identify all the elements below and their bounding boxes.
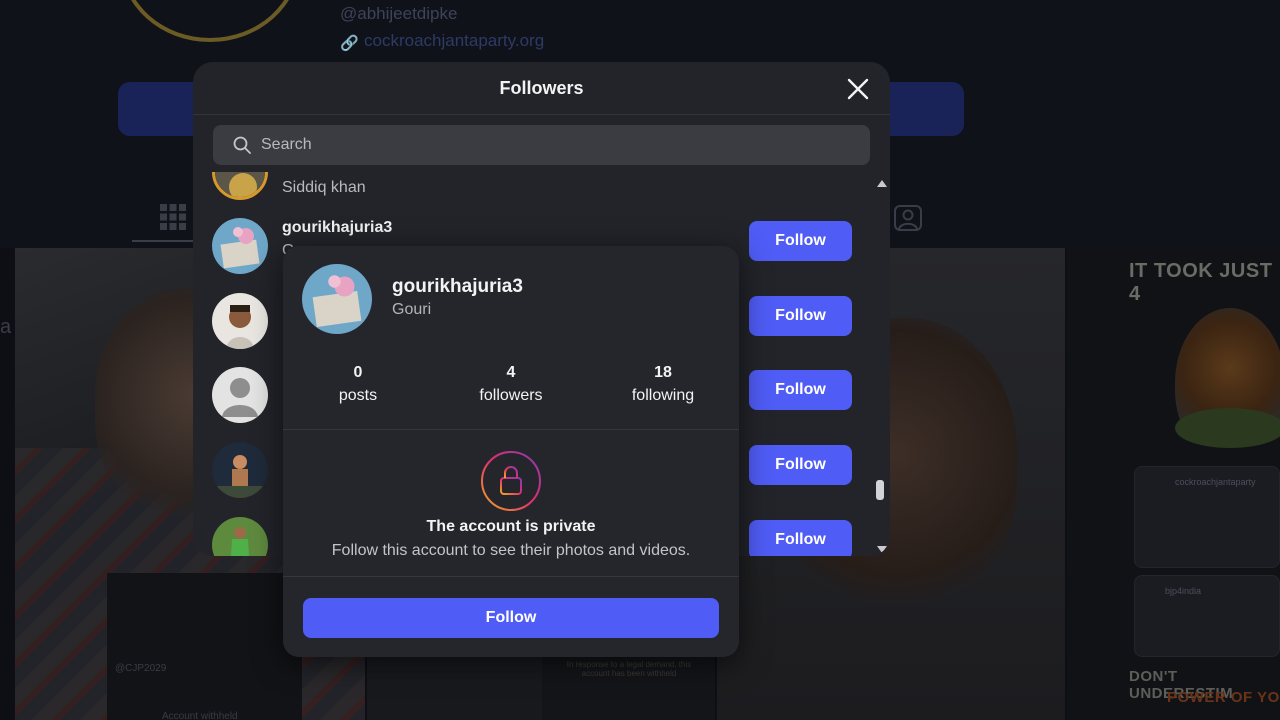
avatar[interactable]	[212, 172, 268, 200]
link-icon: 🔗	[340, 35, 359, 52]
stat-value: 0	[353, 364, 363, 381]
followers-scrollbar[interactable]	[873, 172, 890, 556]
withheld-handle: @CJP2029	[115, 663, 167, 674]
profile-website-link[interactable]: cockroachjantaparty.org	[364, 31, 544, 51]
search-box	[213, 125, 870, 165]
scroll-up-arrow-icon[interactable]	[877, 180, 887, 187]
post-tile[interactable]: IT TOOK JUST 4 cockroachjantaparty bjp4i…	[1067, 248, 1280, 720]
divider	[283, 576, 739, 577]
follow-button[interactable]: Follow	[749, 445, 852, 485]
avatar-image	[212, 517, 268, 556]
lock-icon	[481, 451, 541, 511]
hover-card-username[interactable]: gourikhajuria3	[392, 276, 523, 298]
withheld-caption: Account withheld	[162, 711, 238, 720]
follower-fullname: Siddiq khan	[282, 179, 366, 196]
follow-button[interactable]: Follow	[749, 520, 852, 556]
post-note-text: In response to a legal demand, this acco…	[566, 660, 692, 678]
modal-title: Followers	[499, 78, 584, 98]
profile-avatar[interactable]	[120, 0, 300, 42]
avatar[interactable]	[212, 442, 268, 498]
modal-header: Followers	[193, 62, 890, 115]
stat-value: 18	[654, 364, 672, 381]
follow-button[interactable]: Follow	[749, 370, 852, 410]
stat-followers[interactable]: 4 followers	[436, 364, 586, 405]
avatar[interactable]	[212, 293, 268, 349]
hover-card-avatar[interactable]	[302, 264, 372, 334]
search-input[interactable]	[261, 125, 861, 165]
divider	[283, 429, 739, 430]
poster-embedded-card: cockroachjantaparty	[1134, 466, 1280, 568]
poster-illustration-base	[1175, 408, 1280, 448]
grid-icon[interactable]	[160, 204, 186, 230]
stat-label: posts	[338, 387, 378, 404]
post-withheld-card: @CJP2029 Account withheld	[107, 573, 302, 720]
follower-username[interactable]: gourikhajuria3	[282, 219, 392, 237]
stat-posts: 0 posts	[283, 364, 433, 405]
tagged-icon[interactable]	[893, 204, 923, 232]
private-account-title: The account is private	[426, 518, 596, 535]
avatar-image	[215, 172, 265, 197]
post-note-card: In response to a legal demand, this acco…	[542, 648, 715, 720]
profile-hover-card: gourikhajuria3 Gouri 0 posts 4 followers…	[283, 246, 739, 657]
private-account-text: Follow this account to see their photos …	[331, 542, 691, 559]
avatar-image	[212, 442, 268, 498]
poster-embedded-card: bjp4india	[1134, 575, 1280, 657]
stat-following[interactable]: 18 following	[588, 364, 738, 405]
search-icon	[233, 136, 251, 154]
stat-value: 4	[506, 364, 516, 381]
avatar-image	[212, 293, 268, 349]
embedded-card-title: bjp4india	[1165, 586, 1202, 596]
avatar[interactable]	[212, 218, 268, 274]
default-avatar-icon	[212, 367, 268, 423]
hover-card-follow-button[interactable]: Follow	[303, 598, 719, 638]
avatar-image	[302, 264, 372, 334]
scroll-thumb[interactable]	[876, 480, 884, 500]
hover-card-fullname: Gouri	[392, 301, 432, 318]
poster-tagline-accent: POWER OF YO	[1167, 689, 1280, 706]
embedded-card-title: cockroachjantaparty	[1175, 477, 1256, 487]
scroll-down-arrow-icon[interactable]	[877, 546, 887, 553]
stat-label: followers	[479, 387, 543, 404]
follow-button[interactable]: Follow	[749, 296, 852, 336]
follower-row[interactable]: Siddiq khan	[193, 172, 873, 209]
close-icon[interactable]	[845, 76, 871, 102]
avatar[interactable]	[212, 517, 268, 556]
poster-headline: IT TOOK JUST 4	[1129, 260, 1273, 305]
follow-button[interactable]: Follow	[749, 221, 852, 261]
profile-handle: @abhijeetdipke	[340, 4, 458, 23]
stat-label: following	[631, 387, 695, 404]
avatar[interactable]	[212, 367, 268, 423]
avatar-image	[212, 218, 268, 274]
